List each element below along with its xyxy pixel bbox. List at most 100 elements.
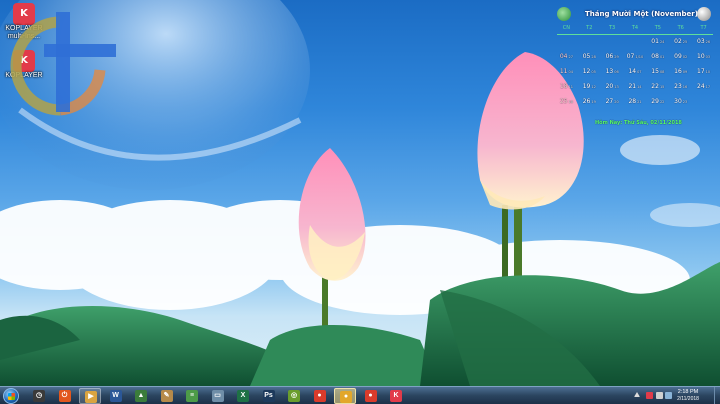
window-icon: ▭ xyxy=(211,390,224,402)
calendar-day[interactable]: 2821 xyxy=(624,98,647,113)
taskbar-photoshop-app[interactable]: Ps xyxy=(258,388,280,404)
weekday-label: T7 xyxy=(700,25,707,31)
system-tray: 2:18 PM 2/11/2018 xyxy=(590,387,720,404)
calendar-day[interactable]: 2114 xyxy=(624,83,647,98)
calendar-day[interactable]: 1003 xyxy=(692,53,715,68)
show-desktop-button[interactable] xyxy=(714,387,720,404)
calendar-day[interactable]: 1710 xyxy=(692,68,715,83)
taskbar-chrome-app[interactable]: ● xyxy=(309,388,331,404)
calendar-day[interactable]: 2013 xyxy=(601,83,624,98)
calendar-day[interactable]: 0801 xyxy=(646,53,669,68)
taskbar-target-app[interactable]: ◎ xyxy=(283,388,305,404)
calendar-day[interactable]: 1508 xyxy=(646,68,669,83)
calendar-day[interactable]: 2922 xyxy=(646,98,669,113)
day-number: 20 xyxy=(605,83,614,90)
calendar-day[interactable]: 0629 xyxy=(601,53,624,68)
globe-icon[interactable] xyxy=(557,7,571,21)
day-number: 24 xyxy=(697,83,705,90)
taskbar-chart-app[interactable]: ▲ xyxy=(130,388,152,404)
calendar-day[interactable]: 1104 xyxy=(555,68,578,83)
calendar-empty-cell xyxy=(624,38,647,53)
taskbar-word-app[interactable]: W xyxy=(105,388,127,404)
taskbar-tools-app[interactable]: ✎ xyxy=(156,388,178,404)
calendar-day[interactable]: 0124 xyxy=(646,38,669,53)
lunar-day-number: 12 xyxy=(591,85,596,89)
calendar-day[interactable]: 0528 xyxy=(578,53,601,68)
day-number: 02 xyxy=(674,38,682,45)
calendar-day[interactable]: 1407 xyxy=(624,68,647,83)
antivirus-tray-icon[interactable] xyxy=(646,392,653,399)
calendar-day[interactable]: 3023 xyxy=(669,98,692,113)
lunar-day-number: 10 xyxy=(705,70,711,74)
taskbar-notepad-app[interactable]: ≡ xyxy=(181,388,203,404)
taskbar-media-app[interactable]: ▶ xyxy=(79,388,101,404)
taskbar-chrome-app-2[interactable]: ● xyxy=(360,388,382,404)
day-number: 23 xyxy=(674,83,682,90)
taskbar-window-app[interactable]: ▭ xyxy=(207,388,229,404)
taskbar: ◷ ⏻ ▶ W ▲ ✎ ≡ ▭ X Ps ◎ ● ● ● K 2:18 PM 2/11/2018 xyxy=(0,386,720,404)
start-button[interactable] xyxy=(3,388,19,404)
taskbar-power-app[interactable]: ⏻ xyxy=(54,388,76,404)
lunar-day-number: 17 xyxy=(705,85,711,89)
lunar-day-number: 18 xyxy=(568,100,573,104)
day-number: 25 xyxy=(559,98,568,105)
calendar-day[interactable]: 2619 xyxy=(578,98,601,113)
day-number: 07 xyxy=(626,53,635,60)
weekday-label: T3 xyxy=(609,25,616,31)
calendar-day[interactable]: 2417 xyxy=(692,83,715,98)
lunar-day-number: 19 xyxy=(591,100,596,104)
taskbar-koplayer-app[interactable]: K xyxy=(385,388,407,404)
lunar-day-number: 04 xyxy=(568,70,573,74)
calendar-day[interactable]: 0427 xyxy=(555,53,578,68)
calendar-day[interactable]: 2720 xyxy=(601,98,624,113)
calendar-day[interactable]: 2316 xyxy=(669,83,692,98)
calendar-day[interactable]: 2215 xyxy=(646,83,669,98)
calendar-day[interactable]: 0225 xyxy=(669,38,692,53)
weekday-label: T6 xyxy=(677,25,684,31)
day-number: 10 xyxy=(697,53,705,60)
system-clock[interactable]: 2:18 PM 2/11/2018 xyxy=(666,388,710,403)
day-number: 21 xyxy=(628,83,637,90)
weekday-label: T5 xyxy=(654,25,661,31)
calendar-empty-cell xyxy=(692,98,715,113)
lunar-day-number: 23 xyxy=(682,100,688,104)
weekday-label: CN xyxy=(562,25,571,31)
lunar-day-number: 1/10 xyxy=(635,55,644,59)
calendar-empty-cell xyxy=(601,38,624,53)
lunar-day-number: 28 xyxy=(591,55,596,59)
media-icon: ▶ xyxy=(85,391,97,403)
timer-icon: ◷ xyxy=(33,390,45,402)
calendar-day[interactable]: 1306 xyxy=(601,68,624,83)
calendar-month-title: Tháng Mười Một (November) xyxy=(585,10,698,18)
calendar-day[interactable]: 1609 xyxy=(669,68,692,83)
day-number: 27 xyxy=(605,98,614,105)
day-number: 16 xyxy=(674,68,682,75)
calendar-day[interactable]: 0902 xyxy=(669,53,692,68)
day-number: 03 xyxy=(697,38,705,45)
taskbar-chrome-profile-app[interactable]: ● xyxy=(334,388,356,404)
show-hidden-icons-icon[interactable] xyxy=(634,392,640,397)
calendar-day[interactable]: 1811 xyxy=(555,83,578,98)
calendar-day[interactable]: 2518 xyxy=(555,98,578,113)
moon-phase-icon xyxy=(697,7,711,21)
network-tray-icon[interactable] xyxy=(656,392,663,399)
day-number: 15 xyxy=(651,68,659,75)
day-number: 13 xyxy=(605,68,614,75)
calendar-day[interactable]: 0326 xyxy=(692,38,715,53)
clock-date: 2/11/2018 xyxy=(677,396,699,402)
lunar-day-number: 13 xyxy=(614,85,619,89)
target-icon: ◎ xyxy=(288,390,300,402)
excel-icon: X xyxy=(237,390,249,402)
lunar-day-number: 25 xyxy=(682,40,688,44)
power-icon: ⏻ xyxy=(58,390,71,402)
calendar-day[interactable]: 1912 xyxy=(578,83,601,98)
calendar-day[interactable]: 071/10 xyxy=(624,53,647,68)
day-number: 01 xyxy=(651,38,659,45)
taskbar-excel-app[interactable]: X xyxy=(232,388,254,404)
weekday-label: T4 xyxy=(631,25,639,31)
day-number: 12 xyxy=(582,68,591,75)
lunar-day-number: 06 xyxy=(614,70,619,74)
taskbar-timer-app[interactable]: ◷ xyxy=(28,388,50,404)
day-number: 18 xyxy=(559,83,568,90)
calendar-day[interactable]: 1205 xyxy=(578,68,601,83)
